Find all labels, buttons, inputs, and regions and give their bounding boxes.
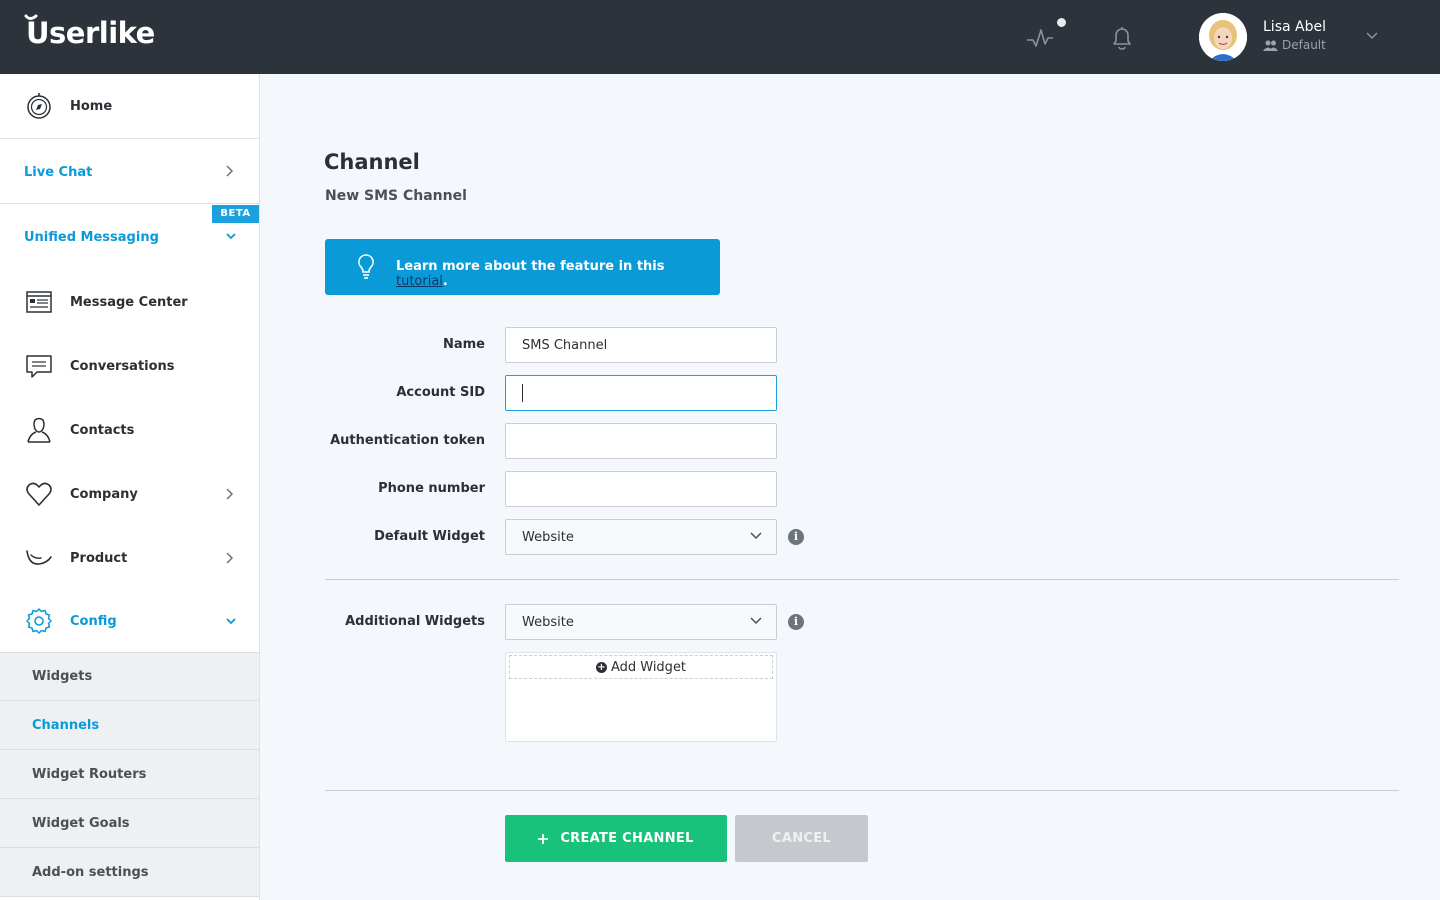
default-widget-select[interactable]: Website	[505, 519, 777, 555]
sidebar-item-label: Contacts	[70, 422, 135, 438]
message-center-icon	[24, 287, 54, 317]
product-swoosh-icon	[24, 543, 54, 573]
phone-number-label: Phone number	[378, 481, 485, 496]
sidebar-item-contacts[interactable]: Contacts	[0, 398, 259, 462]
activity-pulse-icon[interactable]	[1026, 26, 1054, 50]
sidebar-item-product[interactable]: Product	[0, 526, 259, 590]
tutorial-text-suffix: .	[442, 274, 448, 289]
sidebar-item-company[interactable]: Company	[0, 462, 259, 526]
heart-icon	[24, 479, 54, 509]
sidebar-item-config[interactable]: Config	[0, 590, 259, 652]
cancel-button[interactable]: CANCEL	[735, 815, 868, 862]
status-indicator-dot	[1057, 18, 1066, 27]
sidebar-subitem-channels[interactable]: Channels	[0, 701, 259, 750]
sidebar-item-message-center[interactable]: Message Center	[0, 270, 259, 334]
chevron-right-icon	[226, 488, 234, 500]
name-field[interactable]: SMS Channel	[505, 327, 777, 363]
chevron-right-icon	[226, 165, 234, 177]
sidebar-item-label: Home	[70, 98, 113, 114]
create-channel-label: CREATE CHANNEL	[560, 831, 694, 846]
config-subnav: Widgets Channels Widget Routers Widget G…	[0, 652, 259, 897]
additional-widgets-value: Website	[522, 614, 574, 630]
create-channel-button[interactable]: CREATE CHANNEL	[505, 815, 727, 862]
sidebar-item-live-chat[interactable]: Live Chat	[0, 139, 259, 203]
sidebar-item-label: Product	[70, 550, 128, 566]
contact-person-icon	[24, 415, 54, 445]
sidebar-item-conversations[interactable]: Conversations	[0, 334, 259, 398]
sidebar-subitem-widgets[interactable]: Widgets	[0, 652, 259, 701]
page-title: Channel	[324, 150, 420, 174]
sidebar-item-label: Message Center	[70, 294, 188, 310]
sidebar-item-unified-messaging[interactable]: Unified Messaging	[0, 204, 259, 268]
widget-list-box: + Add Widget	[505, 652, 777, 742]
chevron-down-icon	[226, 233, 236, 240]
sidebar-subitem-addon-settings[interactable]: Add-on settings	[0, 848, 259, 897]
divider	[325, 790, 1399, 791]
chevron-down-icon	[750, 532, 762, 540]
account-sid-label: Account SID	[396, 385, 485, 400]
default-widget-label: Default Widget	[374, 529, 485, 544]
sidebar-item-label: Unified Messaging	[24, 230, 159, 245]
sidebar-item-home[interactable]: Home	[0, 74, 259, 138]
sidebar-item-label: Config	[70, 613, 117, 629]
divider	[325, 579, 1399, 580]
user-portrait-icon	[1199, 13, 1247, 61]
sidebar-subitem-widget-goals[interactable]: Widget Goals	[0, 799, 259, 848]
info-icon[interactable]: i	[788, 614, 804, 630]
chat-bubble-icon	[24, 351, 54, 381]
gear-icon	[24, 606, 54, 636]
auth-token-field[interactable]	[505, 423, 777, 459]
avatar[interactable]	[1199, 13, 1247, 61]
tutorial-text-prefix: Learn more about the feature in this	[396, 259, 665, 274]
plus-circle-icon: +	[595, 661, 607, 673]
add-widget-button[interactable]: + Add Widget	[509, 655, 773, 679]
page-subtitle: New SMS Channel	[325, 188, 467, 204]
default-widget-value: Website	[522, 529, 574, 545]
sidebar-item-label: Conversations	[70, 358, 175, 374]
user-name[interactable]: Lisa Abel	[1263, 19, 1326, 35]
chevron-right-icon	[226, 552, 234, 564]
account-sid-field[interactable]	[505, 375, 777, 411]
chevron-down-icon	[750, 617, 762, 625]
compass-icon	[24, 91, 54, 121]
plus-icon	[538, 833, 549, 844]
user-role: Default	[1263, 38, 1326, 52]
additional-widgets-label: Additional Widgets	[345, 614, 485, 629]
phone-number-field[interactable]	[505, 471, 777, 507]
additional-widgets-select[interactable]: Website	[505, 604, 777, 640]
info-icon[interactable]: i	[788, 529, 804, 545]
tutorial-banner: Learn more about the feature in this tut…	[325, 239, 720, 295]
sidebar-subitem-widget-routers[interactable]: Widget Routers	[0, 750, 259, 799]
name-label: Name	[442, 337, 485, 352]
chevron-down-icon[interactable]	[1365, 31, 1379, 40]
text-caret	[522, 384, 523, 402]
tutorial-link[interactable]: tutorial	[396, 274, 443, 289]
user-role-label: Default	[1282, 38, 1326, 52]
top-bar: Userlike Lisa Abel Default	[0, 0, 1440, 74]
sidebar: Home Live Chat BETA Unified Messaging Me…	[0, 74, 260, 900]
sidebar-item-label: Live Chat	[24, 165, 93, 180]
lightbulb-icon	[358, 254, 374, 279]
logo[interactable]: Userlike	[26, 16, 155, 50]
users-icon	[1263, 40, 1278, 51]
sidebar-item-label: Company	[70, 486, 138, 502]
auth-token-label: Authentication token	[330, 433, 485, 448]
bell-icon[interactable]	[1108, 24, 1136, 52]
tutorial-text: Learn more about the feature in this tut…	[396, 259, 720, 289]
chevron-down-icon	[226, 618, 236, 625]
add-widget-label: Add Widget	[610, 659, 687, 675]
